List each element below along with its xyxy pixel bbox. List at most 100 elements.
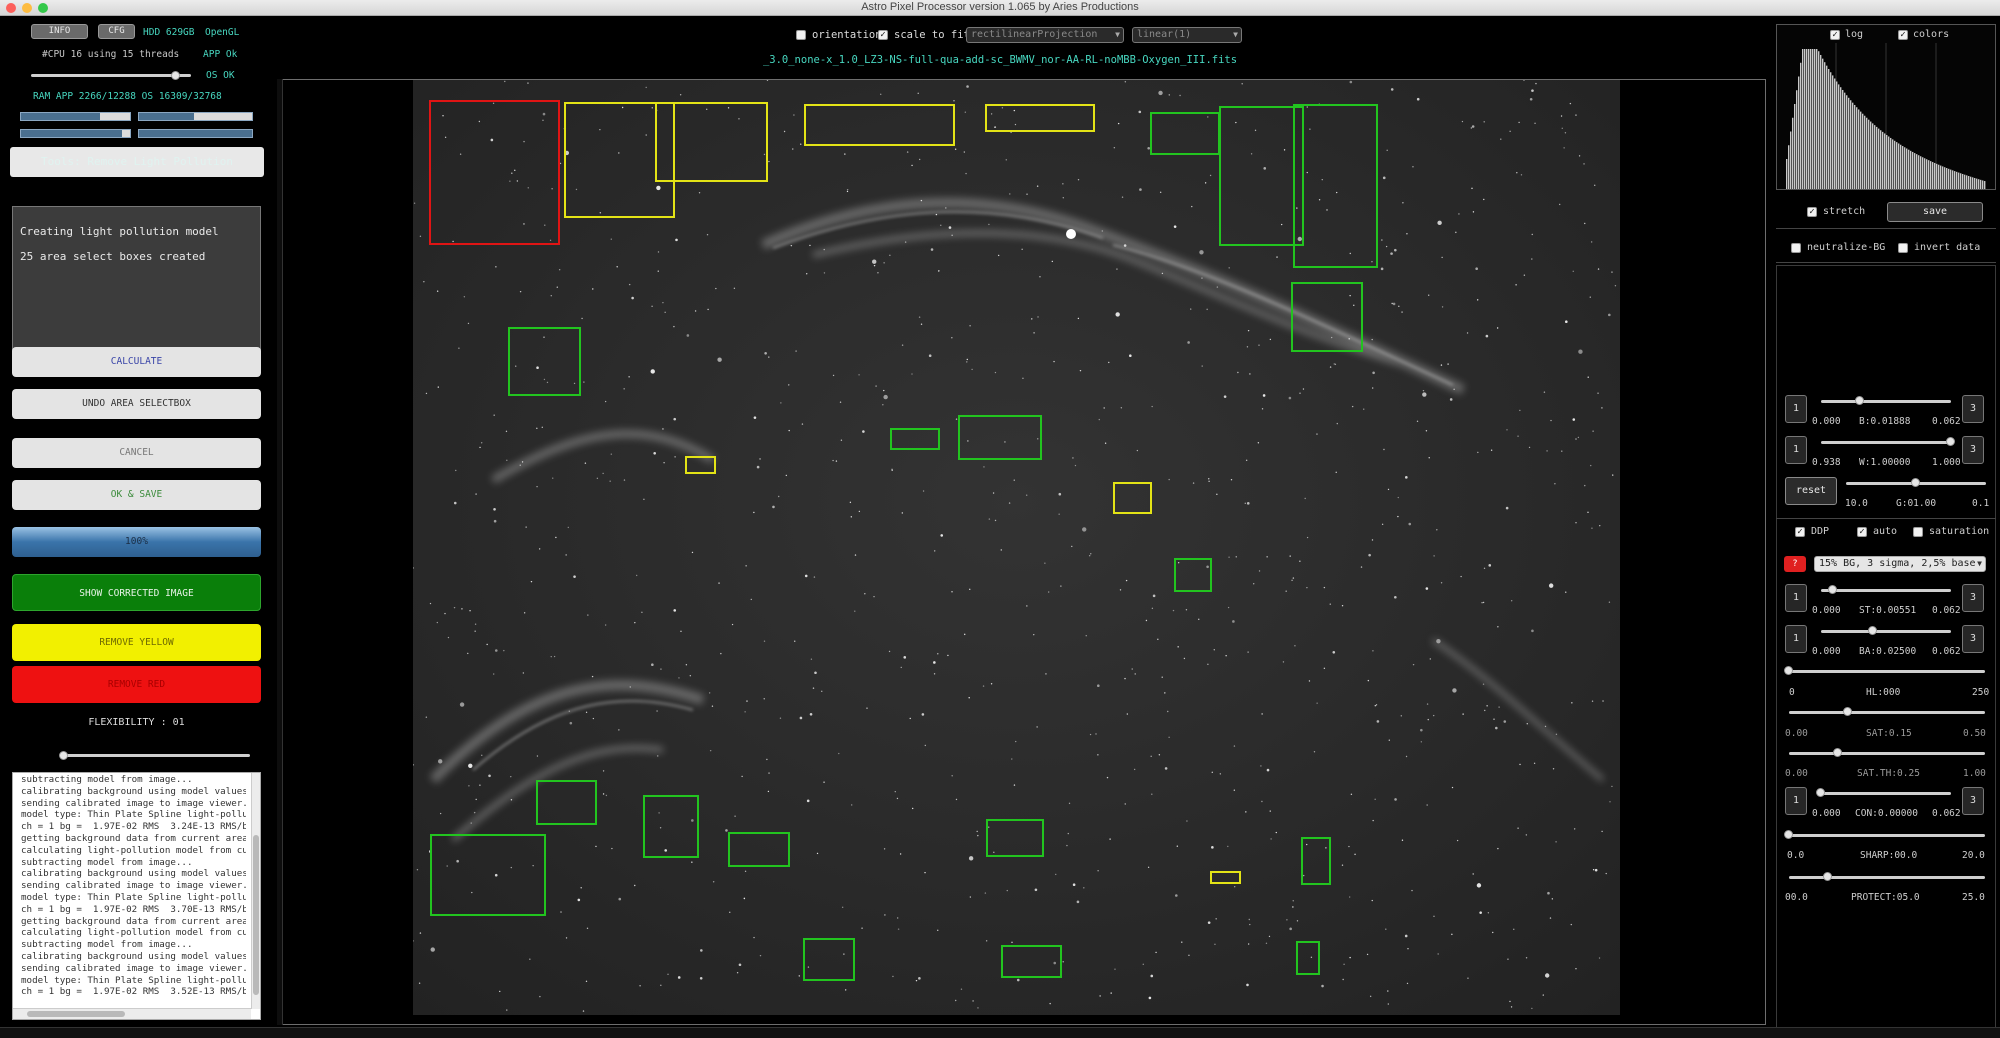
orientation-checkbox[interactable] bbox=[796, 30, 806, 40]
w-slider[interactable] bbox=[1821, 441, 1951, 444]
flexibility-slider[interactable] bbox=[60, 754, 250, 757]
selection-box-yellow[interactable] bbox=[1210, 871, 1241, 884]
con-slider[interactable] bbox=[1821, 792, 1951, 795]
st-slider[interactable] bbox=[1821, 589, 1951, 592]
selection-box-green[interactable] bbox=[536, 780, 597, 825]
scale-to-fit-checkbox[interactable]: ✓ bbox=[878, 30, 888, 40]
info-button[interactable]: INFO bbox=[31, 24, 88, 39]
ba-increment-button[interactable]: 3 bbox=[1962, 625, 1984, 653]
show-corrected-image-button[interactable]: SHOW CORRECTED IMAGE bbox=[12, 574, 261, 611]
astro-image[interactable] bbox=[413, 80, 1620, 1015]
sat-threshold-slider-knob[interactable] bbox=[1833, 748, 1842, 757]
con-decrement-button[interactable]: 1 bbox=[1785, 787, 1807, 815]
reset-button[interactable]: reset bbox=[1785, 477, 1837, 505]
b-increment-button[interactable]: 3 bbox=[1962, 395, 1984, 423]
calculate-button[interactable]: CALCULATE bbox=[12, 347, 261, 377]
star bbox=[1422, 392, 1427, 397]
sat-slider-knob[interactable] bbox=[1842, 707, 1852, 716]
con-slider-knob[interactable] bbox=[1816, 788, 1825, 797]
selection-box-red[interactable] bbox=[429, 100, 560, 245]
selection-box-green[interactable] bbox=[890, 428, 940, 450]
selection-box-green[interactable] bbox=[643, 795, 699, 858]
threads-slider-knob[interactable] bbox=[171, 71, 180, 80]
ok-save-button[interactable]: OK & SAVE bbox=[12, 480, 261, 510]
star bbox=[1612, 474, 1614, 476]
hl-slider[interactable] bbox=[1789, 670, 1985, 673]
saturation-checkbox[interactable] bbox=[1913, 527, 1923, 537]
ddp-preset-dropdown[interactable]: 15% BG, 3 sigma, 2,5% base ▼ bbox=[1814, 556, 1986, 572]
star bbox=[1349, 80, 1353, 84]
hl-slider-knob[interactable] bbox=[1784, 666, 1793, 675]
colors-checkbox[interactable]: ✓ bbox=[1898, 30, 1908, 40]
ba-slider[interactable] bbox=[1821, 630, 1951, 633]
selection-box-green[interactable] bbox=[803, 938, 855, 981]
selection-box-green[interactable] bbox=[1301, 837, 1331, 885]
ba-decrement-button[interactable]: 1 bbox=[1785, 625, 1807, 653]
selection-box-yellow[interactable] bbox=[685, 456, 716, 474]
selection-box-green[interactable] bbox=[958, 415, 1042, 460]
panel-splitter-handle[interactable] bbox=[277, 79, 283, 1025]
ddp-checkbox[interactable]: ✓ bbox=[1795, 527, 1805, 537]
w-increment-button[interactable]: 3 bbox=[1962, 436, 1984, 464]
selection-box-yellow[interactable] bbox=[985, 104, 1095, 132]
cancel-button[interactable]: CANCEL bbox=[12, 438, 261, 468]
flexibility-slider-knob[interactable] bbox=[58, 751, 68, 760]
star bbox=[1148, 996, 1152, 1000]
stretch-checkbox[interactable]: ✓ bbox=[1807, 207, 1817, 217]
selection-box-green[interactable] bbox=[1174, 558, 1212, 592]
st-decrement-button[interactable]: 1 bbox=[1785, 584, 1807, 612]
log-horizontal-scrollbar[interactable] bbox=[13, 1008, 251, 1019]
neutralize-bg-checkbox[interactable] bbox=[1791, 243, 1801, 253]
selection-box-green[interactable] bbox=[430, 834, 546, 916]
selection-box-green[interactable] bbox=[1219, 106, 1304, 246]
invert-data-checkbox[interactable] bbox=[1898, 243, 1908, 253]
auto-checkbox[interactable]: ✓ bbox=[1857, 527, 1867, 537]
selection-box-green[interactable] bbox=[986, 819, 1044, 857]
selection-box-yellow[interactable] bbox=[804, 104, 955, 146]
star bbox=[1398, 305, 1400, 307]
log-hscroll-thumb[interactable] bbox=[27, 1011, 125, 1017]
projection-dropdown[interactable]: rectilinearProjection ▼ bbox=[966, 27, 1124, 43]
ba-slider-knob[interactable] bbox=[1868, 626, 1877, 635]
b-decrement-button[interactable]: 1 bbox=[1785, 395, 1807, 423]
stretch-mode-dropdown[interactable]: linear(1) ▼ bbox=[1132, 27, 1242, 43]
selection-box-green[interactable] bbox=[1001, 945, 1062, 978]
star bbox=[1402, 202, 1404, 204]
selection-box-green[interactable] bbox=[1150, 112, 1220, 155]
threads-slider[interactable] bbox=[31, 74, 191, 77]
con-min: 0.000 bbox=[1812, 808, 1841, 819]
b-slider[interactable] bbox=[1821, 400, 1951, 403]
w-slider-knob[interactable] bbox=[1946, 437, 1955, 446]
undo-area-selectbox-button[interactable]: UNDO AREA SELECTBOX bbox=[12, 389, 261, 419]
protect-slider[interactable] bbox=[1789, 876, 1985, 879]
w-decrement-button[interactable]: 1 bbox=[1785, 436, 1807, 464]
selection-box-green[interactable] bbox=[1291, 282, 1363, 352]
selection-box-green[interactable] bbox=[728, 832, 790, 867]
selection-box-green[interactable] bbox=[1296, 941, 1320, 975]
cfg-button[interactable]: CFG bbox=[98, 24, 135, 39]
st-slider-knob[interactable] bbox=[1827, 585, 1837, 594]
log-checkbox[interactable]: ✓ bbox=[1830, 30, 1840, 40]
sat-slider[interactable] bbox=[1789, 711, 1985, 714]
log-scroll-thumb[interactable] bbox=[253, 835, 259, 995]
b-slider-knob[interactable] bbox=[1855, 396, 1864, 405]
star bbox=[1066, 844, 1068, 847]
selection-box-green[interactable] bbox=[508, 327, 581, 396]
selection-box-yellow[interactable] bbox=[1113, 482, 1152, 514]
con-increment-button[interactable]: 3 bbox=[1962, 787, 1984, 815]
st-increment-button[interactable]: 3 bbox=[1962, 584, 1984, 612]
remove-yellow-button[interactable]: REMOVE YELLOW bbox=[12, 624, 261, 661]
selection-box-yellow[interactable] bbox=[655, 102, 768, 182]
preset-info-icon[interactable]: ? bbox=[1784, 556, 1806, 572]
selection-box-green[interactable] bbox=[1293, 104, 1378, 268]
remove-red-button[interactable]: REMOVE RED bbox=[12, 666, 261, 703]
star bbox=[746, 700, 748, 702]
g-slider-knob[interactable] bbox=[1911, 478, 1920, 487]
sharp-slider-knob[interactable] bbox=[1784, 830, 1793, 839]
sat-threshold-slider[interactable] bbox=[1789, 752, 1985, 755]
sharp-slider[interactable] bbox=[1789, 834, 1985, 837]
star bbox=[896, 797, 899, 800]
log-vertical-scrollbar[interactable] bbox=[251, 773, 260, 1009]
star bbox=[906, 151, 909, 153]
save-stretch-button[interactable]: save bbox=[1887, 202, 1983, 222]
